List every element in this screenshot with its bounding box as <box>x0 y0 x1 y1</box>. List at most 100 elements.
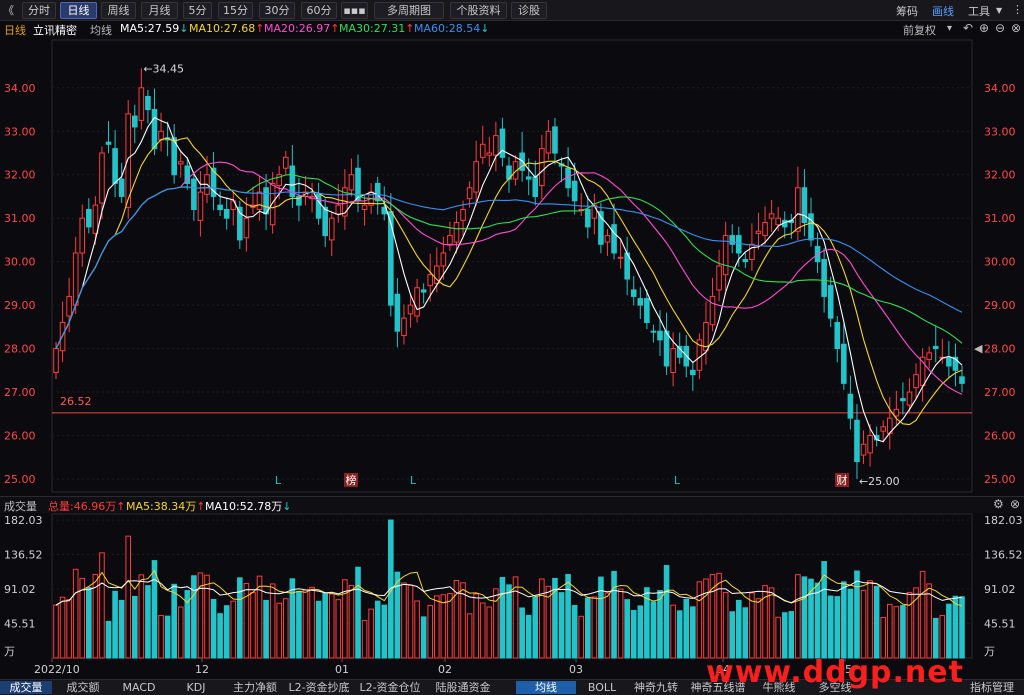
candle-body <box>946 356 952 367</box>
candle-body <box>775 217 781 226</box>
candle-body <box>427 274 434 287</box>
candle-body <box>453 222 460 243</box>
volume-bar <box>138 574 145 659</box>
volume-bar <box>466 613 473 659</box>
volume-axis-label-right: 91.02 <box>984 583 1016 596</box>
volume-bar <box>788 611 795 659</box>
volume-bar <box>571 605 578 659</box>
volume-bar <box>499 576 506 659</box>
price-axis-label-right: 34.00 <box>984 82 1016 95</box>
indicator-tab-9[interactable]: BOLL <box>578 681 626 694</box>
candle-body <box>630 289 637 297</box>
price-axis-label-left: 29.00 <box>4 299 36 312</box>
candle-body <box>663 330 670 367</box>
volume-bar <box>506 584 512 659</box>
volume-bar <box>217 613 223 659</box>
candle-body <box>847 393 854 419</box>
volume-bar <box>105 620 112 659</box>
volume-bar <box>716 572 722 659</box>
support-label: 26.52 <box>60 395 92 408</box>
volume-bar <box>512 576 519 659</box>
indicator-tab-4[interactable]: 主力净额 <box>226 681 284 694</box>
volume-bar <box>191 575 197 659</box>
candle-body <box>105 141 112 145</box>
volume-bar <box>847 588 854 659</box>
candle-body <box>177 161 184 165</box>
volume-label: 成交量 <box>4 500 37 513</box>
volume-bar <box>361 619 368 659</box>
indicator-tab-7[interactable]: 陆股通资金 <box>428 681 498 694</box>
candle-body <box>125 113 132 208</box>
volume-bar <box>86 587 92 659</box>
indicator-tab-6[interactable]: L2-资金仓位 <box>354 681 426 694</box>
candle-body <box>709 295 716 326</box>
volume-bar <box>145 585 151 659</box>
volume-bar <box>775 616 781 659</box>
candle-body <box>72 252 79 306</box>
volume-bar <box>414 600 420 659</box>
indicator-tab-3[interactable]: KDJ <box>168 681 224 694</box>
indicator-tab-0[interactable]: 成交量 <box>0 681 52 694</box>
volume-bar <box>368 608 374 659</box>
volume-total: 总量:46.96万↑ <box>48 500 126 513</box>
volume-bar <box>348 584 355 659</box>
volume-bar <box>525 614 532 659</box>
volume-unit-right: 万 <box>984 645 995 658</box>
volume-bar <box>630 609 637 659</box>
volume-bar <box>637 605 644 659</box>
volume-bar <box>355 566 361 659</box>
volume-bar <box>952 595 959 659</box>
volume-bar <box>394 571 401 659</box>
settings-icon[interactable]: ⚙ <box>993 497 1004 511</box>
candle-body <box>532 176 539 197</box>
volume-bar <box>335 599 342 659</box>
volume-axis-label-left: 45.51 <box>4 618 36 631</box>
candle-body <box>112 148 118 184</box>
price-axis-label-right: 33.00 <box>984 125 1016 138</box>
volume-bar <box>663 565 670 659</box>
candle-body <box>716 265 722 291</box>
volume-bar <box>670 604 676 659</box>
date-axis-label: 2022/10 <box>34 663 80 676</box>
candle-body <box>742 258 749 263</box>
candle-body <box>644 298 650 324</box>
volume-bar <box>742 607 749 659</box>
volume-close-icon[interactable]: ⊗ <box>1010 497 1020 511</box>
indicator-tab-10[interactable]: 神奇九转 <box>628 681 684 694</box>
volume-bar <box>53 604 59 659</box>
volume-bar <box>118 599 125 659</box>
volume-bar <box>841 581 847 659</box>
candle-body <box>282 156 289 169</box>
volume-bar <box>801 576 808 659</box>
volume-bar <box>519 607 525 659</box>
price-frame <box>51 39 973 493</box>
indicator-tab-2[interactable]: MACD <box>112 681 166 694</box>
volume-ma10: MA10:52.78万↓ <box>205 500 292 513</box>
indicator-tab-8[interactable]: 均线 <box>516 681 576 694</box>
volume-bar <box>781 612 788 659</box>
volume-bar <box>834 596 841 659</box>
candle-body <box>151 109 158 150</box>
indicator-tab-5[interactable]: L2-资金抄底 <box>286 681 352 694</box>
volume-bar <box>932 617 939 659</box>
candle-body <box>552 126 558 154</box>
volume-bar <box>263 599 269 659</box>
volume-ma5: MA5:38.34万↑ <box>126 500 206 513</box>
date-axis-label: 01 <box>335 663 349 676</box>
candle-body <box>53 348 59 373</box>
volume-bar <box>440 594 447 659</box>
volume-bar <box>735 599 742 659</box>
high-price-label: ←34.45 <box>143 62 184 75</box>
volume-bar <box>282 598 289 659</box>
indicator-tab-14[interactable]: 指标管理 <box>962 681 1022 694</box>
volume-bar <box>447 593 453 659</box>
candle-body <box>131 115 138 128</box>
kline-chart[interactable]: 34.00 34.00 33.00 33.00 32.00 32.00 31.00 31.00… <box>0 0 1024 694</box>
volume-bar <box>125 535 132 659</box>
price-axis-label-right: 27.00 <box>984 386 1016 399</box>
indicator-tab-1[interactable]: 成交额 <box>56 681 110 694</box>
volume-bar <box>427 605 434 659</box>
candle-body <box>906 391 913 406</box>
volume-bar <box>381 604 388 659</box>
watermark-text: www.ddgp.net <box>706 655 964 690</box>
